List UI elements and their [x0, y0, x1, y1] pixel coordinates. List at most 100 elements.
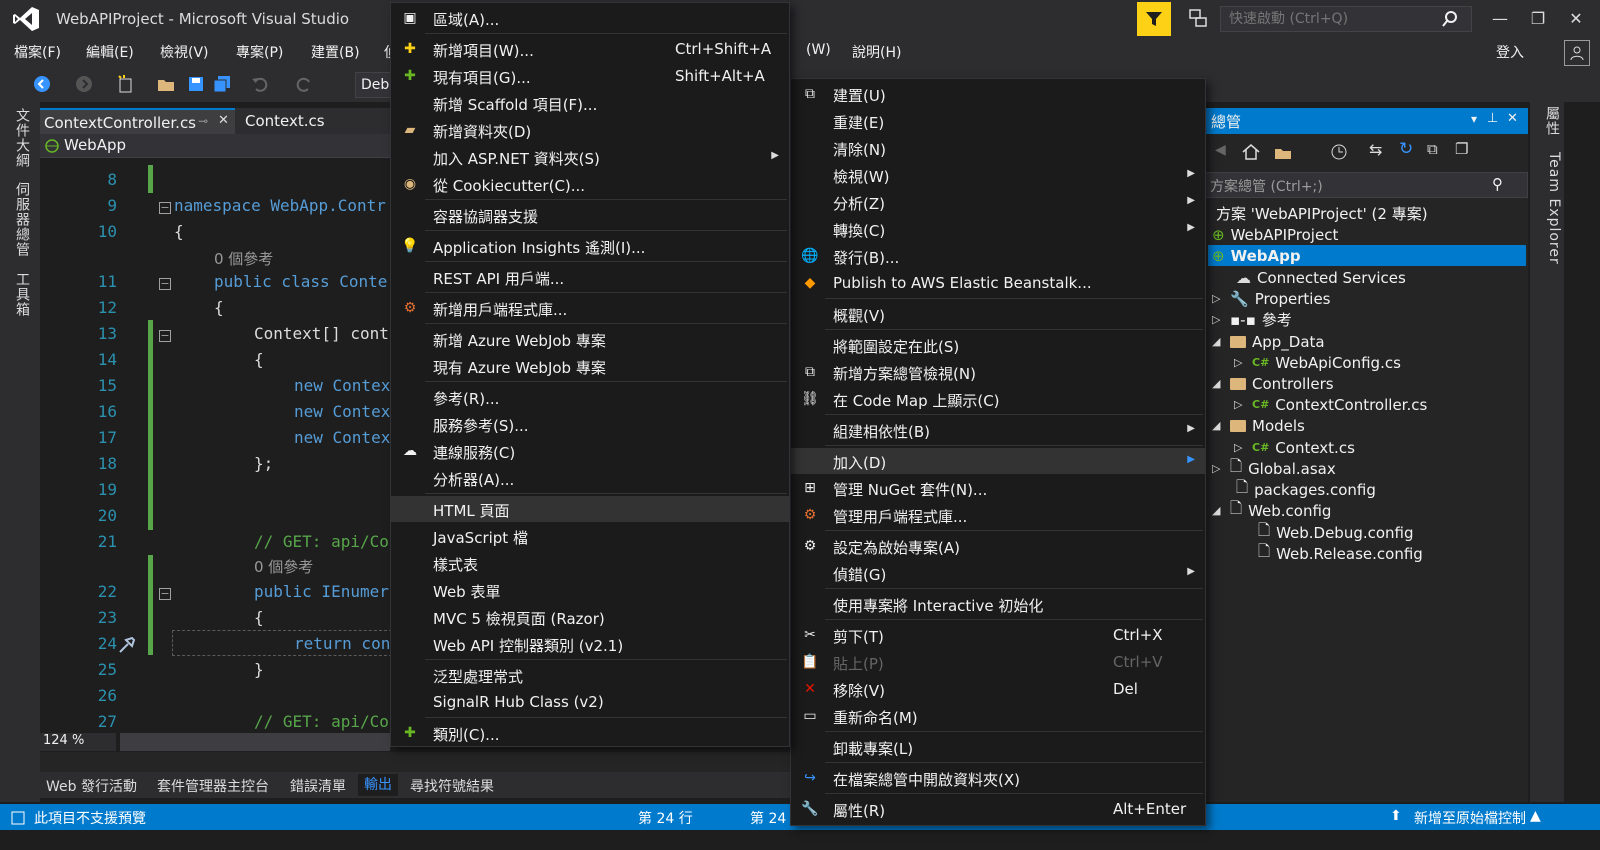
tree-item-references[interactable]: ▷ ▪-▪ 參考	[1212, 309, 1292, 330]
menu-item-html-page[interactable]: HTML 頁面	[391, 496, 789, 522]
tree-item-controllers[interactable]: ◢ Controllers	[1212, 373, 1334, 394]
menu-item-scope-to-this[interactable]: 將範圍設定在此(S)	[791, 332, 1205, 358]
menu-item-set-startup[interactable]: ⚙ 設定為啟始專案(A)	[791, 533, 1205, 559]
save-icon[interactable]	[186, 74, 206, 94]
back-icon[interactable]: ◀	[1215, 142, 1226, 158]
tree-item-webapp[interactable]: ⊕ WebApp	[1208, 245, 1526, 266]
menu-item-new-scaffold[interactable]: 新增 Scaffold 項目(F)...	[391, 90, 789, 116]
menu-item-view[interactable]: 檢視(W) ▶	[791, 162, 1205, 188]
account-avatar[interactable]	[1564, 40, 1590, 66]
tree-item-global-asax[interactable]: ▷ 🗋 Global.asax	[1212, 457, 1336, 479]
collapse-icon[interactable]: −	[159, 330, 171, 342]
upload-icon[interactable]: ⬆	[1390, 808, 1402, 824]
tab-output[interactable]: 輸出	[358, 774, 398, 796]
menu-item-new-item[interactable]: ✚ 新增項目(W)... Ctrl+Shift+A	[391, 36, 789, 62]
tree-item-web-config[interactable]: ◢ 🗋 Web.config	[1212, 499, 1331, 521]
switch-views-icon[interactable]	[1273, 142, 1293, 162]
restore-button[interactable]: ❐	[1520, 4, 1556, 32]
save-all-icon[interactable]	[212, 74, 232, 94]
expand-arrow-icon[interactable]: ▷	[1212, 462, 1224, 475]
pin-icon[interactable]: ⊥	[1487, 111, 1498, 126]
tab-find-symbol-results[interactable]: 尋找符號結果	[410, 776, 494, 796]
menu-item-overview[interactable]: 概觀(V)	[791, 301, 1205, 327]
collapse-icon[interactable]: −	[159, 278, 171, 290]
menu-item-build[interactable]: ⧉ 建置(U)	[791, 81, 1205, 107]
menu-item-convert[interactable]: 轉換(C) ▶	[791, 216, 1205, 242]
collapse-arrow-icon[interactable]: ◢	[1212, 504, 1224, 517]
undo-icon[interactable]	[250, 74, 270, 94]
menu-item-cut[interactable]: ✂ 剪下(T) Ctrl+X	[791, 622, 1205, 648]
menu-item-connected-service[interactable]: ☁ 連線服務(C)	[391, 438, 789, 464]
menu-item-add[interactable]: 加入(D) ▶	[791, 448, 1205, 474]
search-icon[interactable]: ⚲	[1492, 175, 1503, 193]
pin-icon[interactable]: ⊸	[198, 114, 208, 128]
tree-item-models[interactable]: ◢ Models	[1212, 415, 1305, 436]
menu-item-existing-item[interactable]: ✚ 現有項目(G)... Shift+Alt+A	[391, 63, 789, 89]
refresh-icon[interactable]: ↻	[1399, 139, 1413, 159]
toolbox-tab[interactable]: 工具箱	[10, 272, 32, 317]
menu-window[interactable]: (W)	[806, 42, 831, 58]
expand-arrow-icon[interactable]: ▷	[1212, 313, 1224, 326]
menu-edit[interactable]: 編輯(E)	[86, 42, 134, 62]
tab-context[interactable]: Context.cs	[240, 108, 390, 134]
tree-item-webapiproject[interactable]: ⊕ WebAPIProject	[1212, 224, 1338, 245]
server-explorer-tab[interactable]: 伺服器總管	[10, 182, 32, 257]
menu-item-new-client-library[interactable]: ⚙ 新增用戶端程式庫...	[391, 295, 789, 321]
pending-changes-icon[interactable]	[1329, 142, 1349, 162]
panel-menu-icon[interactable]: ▾	[1471, 112, 1477, 126]
redo-icon[interactable]	[294, 74, 314, 94]
expand-arrow-icon[interactable]: ▷	[1212, 292, 1224, 305]
menu-item-new-solution-view[interactable]: ⧉ 新增方案總管檢視(N)	[791, 359, 1205, 385]
menu-item-cookiecutter[interactable]: ◉ 從 Cookiecutter(C)...	[391, 171, 789, 197]
menu-item-rebuild[interactable]: 重建(E)	[791, 108, 1205, 134]
menu-item-publish[interactable]: 🌐 發行(B)...	[791, 243, 1205, 269]
menu-item-properties[interactable]: 🔧 屬性(R) Alt+Enter	[791, 796, 1205, 822]
menu-item-add-aspnet-folder[interactable]: 加入 ASP.NET 資料夾(S) ▶	[391, 144, 789, 170]
close-button[interactable]: ✕	[1558, 4, 1594, 32]
sign-in-link[interactable]: 登入	[1496, 42, 1524, 62]
properties-tab[interactable]: 屬性	[1540, 106, 1562, 136]
menu-item-remove[interactable]: ✕ 移除(V) Del	[791, 676, 1205, 702]
menu-item-app-insights[interactable]: 💡 Application Insights 遙測(I)...	[391, 233, 789, 259]
menu-item-area[interactable]: ▣ 區域(A)...	[391, 5, 789, 31]
minimize-button[interactable]: —	[1482, 4, 1518, 32]
menu-item-style-sheet[interactable]: 樣式表	[391, 550, 789, 576]
codelens-references[interactable]: 0 個參考	[254, 556, 313, 577]
menu-file[interactable]: 檔案(F)	[14, 42, 61, 62]
menu-item-open-in-explorer[interactable]: ↪ 在檔案總管中開啟資料夾(X)	[791, 765, 1205, 791]
menu-item-show-on-code-map[interactable]: ⛓ 在 Code Map 上顯示(C)	[791, 386, 1205, 412]
team-explorer-tab[interactable]: Team Explorer	[1540, 152, 1562, 265]
menu-item-class[interactable]: ✚ 類別(C)...	[391, 720, 789, 746]
open-folder-icon[interactable]	[156, 74, 176, 94]
search-icon[interactable]	[1441, 10, 1459, 28]
feedback-icon[interactable]	[1188, 8, 1210, 30]
menu-item-javascript-file[interactable]: JavaScript 檔	[391, 523, 789, 549]
menu-item-signalr-hub[interactable]: SignalR Hub Class (v2)	[391, 689, 789, 715]
menu-project[interactable]: 專案(P)	[236, 42, 283, 62]
menu-item-mvc5-view[interactable]: MVC 5 檢視頁面 (Razor)	[391, 604, 789, 630]
menu-item-analyze[interactable]: 分析(Z) ▶	[791, 189, 1205, 215]
menu-item-manage-client-libraries[interactable]: ⚙ 管理用戶端程式庫...	[791, 502, 1205, 528]
menu-item-build-dependencies[interactable]: 組建相依性(B) ▶	[791, 417, 1205, 443]
quick-launch-box[interactable]	[1220, 6, 1472, 32]
menu-item-unload-project[interactable]: 卸載專案(L)	[791, 734, 1205, 760]
tree-item-connected-services[interactable]: ☁ Connected Services	[1236, 267, 1406, 288]
tab-context-controller[interactable]: ContextController.cs ⊸ ✕	[40, 108, 235, 134]
collapse-arrow-icon[interactable]: ◢	[1212, 377, 1224, 390]
menu-item-analyzer[interactable]: 分析器(A)...	[391, 465, 789, 491]
solution-explorer-title-bar[interactable]: 總管 ▾ ⊥ ✕	[1205, 108, 1528, 134]
menu-help[interactable]: 說明(H)	[852, 42, 901, 62]
quick-launch-input[interactable]	[1221, 11, 1441, 27]
solution-explorer-search[interactable]: 方案總管 (Ctrl+;) ⚲	[1205, 172, 1528, 198]
tree-item-web-debug-config[interactable]: 🗋 Web.Debug.config	[1258, 521, 1414, 543]
collapse-icon[interactable]: −	[159, 202, 171, 214]
horizontal-scrollbar[interactable]	[120, 733, 390, 751]
menu-item-debug[interactable]: 偵錯(G) ▶	[791, 560, 1205, 586]
quick-action-icon[interactable]	[116, 634, 138, 656]
tree-item-app-data[interactable]: ◢ App_Data	[1212, 331, 1325, 352]
tree-item-packages-config[interactable]: 🗋 packages.config	[1236, 478, 1376, 500]
add-to-source-control[interactable]: 新增至原始檔控制	[1414, 808, 1526, 828]
document-outline-tab[interactable]: 文件大綱	[10, 108, 32, 168]
tree-item-contextcontroller[interactable]: ▷ C# ContextController.cs	[1234, 394, 1427, 415]
navigation-bar[interactable]: WebApp	[40, 134, 400, 158]
